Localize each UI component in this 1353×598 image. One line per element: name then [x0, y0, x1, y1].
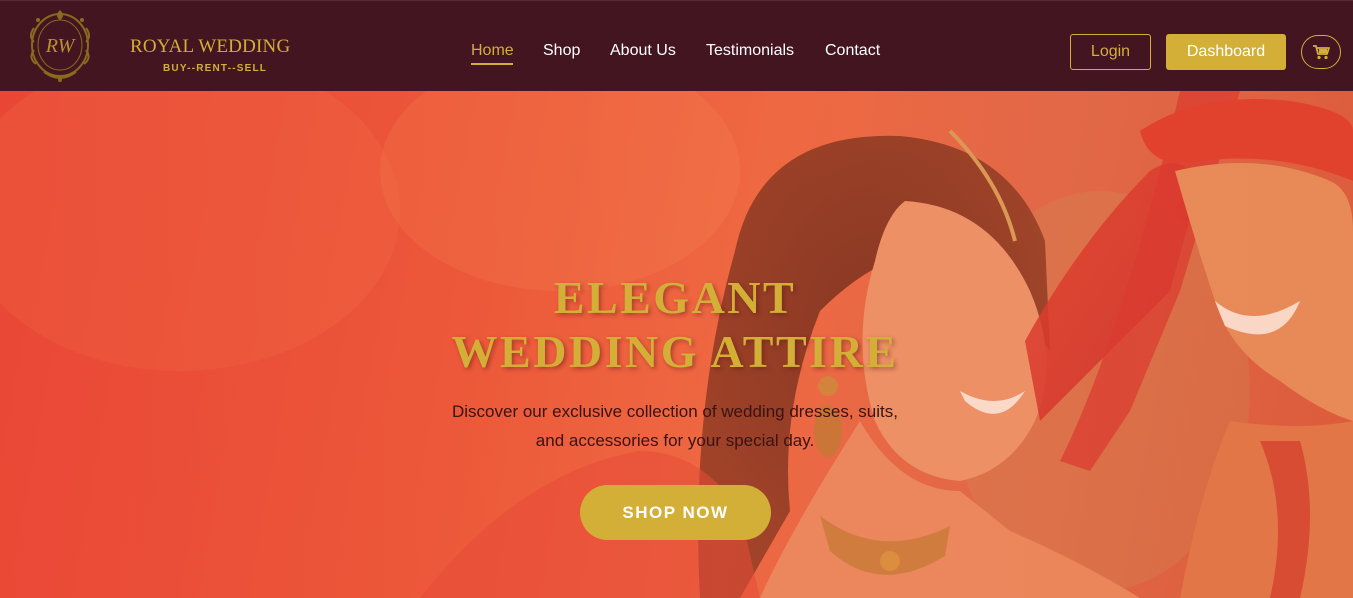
- dashboard-button[interactable]: Dashboard: [1166, 34, 1286, 70]
- nav-link-shop[interactable]: Shop: [543, 42, 580, 60]
- hero-subtitle: Discover our exclusive collection of wed…: [400, 397, 950, 455]
- logo-emblem[interactable]: RW: [24, 6, 96, 84]
- nav-link-home[interactable]: Home: [471, 42, 514, 60]
- hero-title-line2: WEDDING ATTIRE: [451, 326, 899, 377]
- hero-title-line1: ELEGANT: [553, 272, 797, 323]
- nav-link-about-us[interactable]: About Us: [610, 42, 676, 60]
- brand-name[interactable]: ROYAL WEDDING: [130, 36, 290, 58]
- active-nav-underline: [471, 63, 513, 65]
- hero-section: ELEGANT WEDDING ATTIRE Discover our excl…: [0, 91, 1353, 598]
- monogram-crest-icon: RW: [30, 10, 90, 82]
- hero-subtitle-line2: and accessories for your special day.: [535, 431, 815, 450]
- cart-button[interactable]: [1301, 35, 1341, 69]
- nav-link-testimonials[interactable]: Testimonials: [706, 42, 794, 60]
- login-button[interactable]: Login: [1070, 34, 1151, 70]
- shop-now-button[interactable]: SHOP NOW: [580, 485, 771, 540]
- hero-subtitle-line1: Discover our exclusive collection of wed…: [452, 402, 898, 421]
- nav-link-contact[interactable]: Contact: [825, 42, 880, 60]
- navbar: RW ROYAL WEDDING BUY--RENT--SELL Home Sh…: [0, 0, 1353, 91]
- svg-text:RW: RW: [45, 35, 77, 57]
- cart-icon: [1313, 45, 1330, 60]
- hero-title: ELEGANT WEDDING ATTIRE: [375, 271, 975, 379]
- brand-tagline: BUY--RENT--SELL: [163, 63, 268, 74]
